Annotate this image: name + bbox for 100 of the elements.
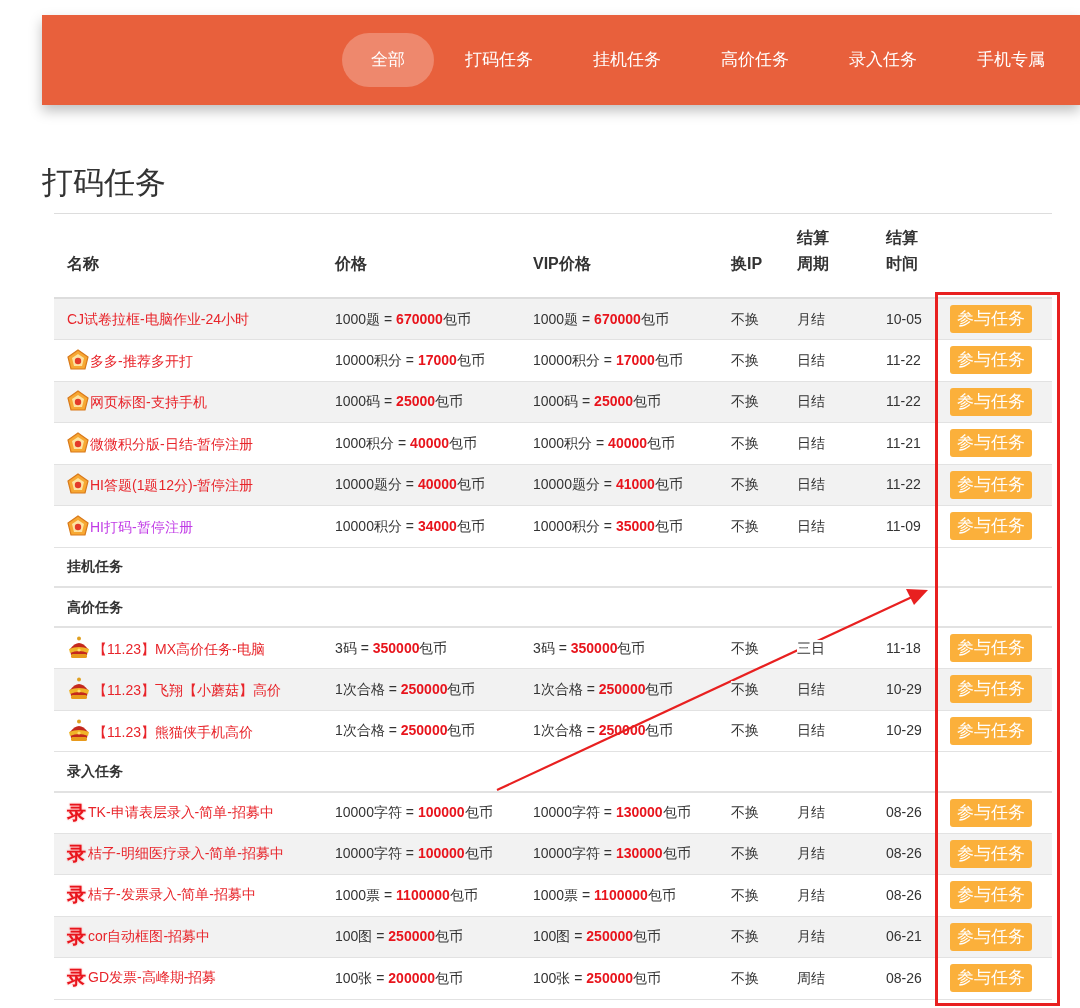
price-text: 10000积分 = 17000包币	[533, 351, 683, 368]
record-icon: 录	[67, 884, 86, 907]
nav-tab[interactable]: 高价任务	[692, 33, 818, 87]
task-link[interactable]: 【11.23】飞翔【小蘑菇】高价	[93, 682, 281, 699]
table-cell: 不换	[731, 310, 759, 327]
crown-icon	[67, 677, 91, 702]
table-cell: 不换	[731, 351, 759, 368]
table-cell: 日结	[797, 351, 825, 368]
task-link[interactable]: 【11.23】MX高价任务-电脑	[93, 641, 265, 657]
nav-tab[interactable]: 全部	[342, 33, 434, 87]
join-task-button[interactable]: 参与任务	[950, 387, 1032, 416]
price-text: 10000字符 = 130000包币	[533, 845, 691, 862]
group-heading: 录入任务	[67, 762, 123, 779]
join-task-button[interactable]: 参与任务	[950, 305, 1032, 333]
price-text: 1次合格 = 250000包币	[335, 722, 476, 739]
price-text: 1次合格 = 250000包币	[533, 680, 674, 697]
table-cell: 三日	[797, 639, 825, 656]
table-cell: 日结	[797, 680, 825, 697]
join-task-button[interactable]: 参与任务	[950, 634, 1032, 662]
price-text: 1000票 = 1100000包币	[533, 886, 676, 903]
join-task-button[interactable]: 参与任务	[950, 346, 1032, 375]
medal-icon	[67, 348, 89, 371]
task-link[interactable]: CJ试卷拉框-电脑作业-24小时	[67, 310, 249, 327]
join-task-button[interactable]: 参与任务	[950, 716, 1032, 745]
price-text: 1000题 = 670000包币	[533, 310, 669, 327]
join-task-button[interactable]: 参与任务	[950, 922, 1032, 951]
task-link[interactable]: TK-申请表层录入-简单-招募中	[88, 803, 274, 820]
group-heading: 高价任务	[67, 598, 123, 615]
table-cell: 月结	[797, 310, 825, 327]
price-text: 1000积分 = 40000包币	[335, 434, 478, 451]
table-cell: 不换	[731, 476, 759, 493]
table-cell: 月结	[797, 886, 825, 903]
column-header: 结算时间	[886, 228, 919, 274]
join-task-button[interactable]: 参与任务	[950, 798, 1032, 827]
task-link[interactable]: 【11.23】熊猫侠手机高价	[93, 723, 253, 740]
table-cell: 08-26	[886, 804, 922, 820]
price-text: 10000题分 = 41000包币	[533, 476, 683, 493]
table-cell: 日结	[797, 722, 825, 739]
join-task-button[interactable]: 参与任务	[950, 470, 1032, 499]
price-text: 100张 = 200000包币	[335, 969, 464, 986]
medal-icon	[67, 514, 89, 537]
price-text: 3码 = 350000包币	[533, 639, 646, 656]
medal-icon	[67, 390, 89, 413]
section-title: 打码任务	[42, 164, 166, 202]
price-text: 1000码 = 25000包币	[335, 393, 464, 410]
medal-icon	[67, 473, 89, 496]
task-link[interactable]: 桔子-发票录入-简单-招募中	[88, 886, 256, 903]
task-link[interactable]: 多多-推荐多开打	[90, 352, 193, 369]
price-text: 10000题分 = 40000包币	[335, 476, 485, 493]
table-cell: 日结	[797, 476, 825, 493]
price-text: 10000积分 = 17000包币	[335, 351, 485, 368]
table-cell: 日结	[797, 517, 825, 534]
price-text: 1000题 = 670000包币	[335, 310, 471, 327]
table-cell: 不换	[731, 393, 759, 410]
task-link[interactable]: HI打码-暂停注册	[90, 518, 193, 535]
medal-icon	[67, 431, 89, 454]
nav-tab[interactable]: 录入任务	[820, 33, 946, 87]
join-task-button[interactable]: 参与任务	[950, 512, 1032, 541]
price-text: 3码 = 350000包币	[335, 639, 448, 656]
column-header: 换IP	[731, 254, 763, 274]
table-cell: 日结	[797, 393, 825, 410]
price-text: 1000码 = 25000包币	[533, 393, 662, 410]
column-header: 价格	[335, 254, 367, 274]
nav-tab[interactable]: 手机专属	[948, 33, 1074, 87]
column-header: 结算周期	[797, 228, 830, 274]
join-task-button[interactable]: 参与任务	[950, 429, 1032, 458]
task-link[interactable]: 网页标图-支持手机	[90, 394, 207, 411]
join-task-button[interactable]: 参与任务	[950, 675, 1032, 704]
record-icon: 录	[67, 801, 86, 824]
price-text: 100图 = 250000包币	[335, 928, 464, 945]
table-cell: 周结	[797, 969, 825, 986]
task-link[interactable]: cor自动框图-招募中	[88, 927, 211, 944]
task-link[interactable]: 微微积分版-日结-暂停注册	[90, 435, 254, 452]
price-text: 1000积分 = 40000包币	[533, 434, 676, 451]
table-cell: 不换	[731, 680, 759, 697]
price-text: 100图 = 250000包币	[533, 928, 662, 945]
nav-tab[interactable]: 挂机任务	[564, 33, 690, 87]
group-heading: 挂机任务	[67, 558, 123, 575]
record-icon: 录	[67, 967, 86, 990]
price-text: 10000字符 = 100000包币	[335, 804, 493, 820]
crown-icon	[67, 636, 91, 660]
table-cell: 不换	[731, 928, 759, 945]
task-link[interactable]: 桔子-明细医疗录入-简单-招募中	[88, 844, 284, 861]
price-text: 10000字符 = 100000包币	[335, 845, 493, 862]
crown-icon	[67, 718, 91, 743]
task-link[interactable]: GD发票-高峰期-招募	[88, 969, 217, 986]
join-task-button[interactable]: 参与任务	[950, 964, 1032, 993]
nav-tab[interactable]: 打码任务	[436, 33, 562, 87]
column-header: VIP价格	[533, 254, 591, 274]
price-text: 10000字符 = 130000包币	[533, 804, 691, 820]
table-cell: 不换	[731, 434, 759, 451]
task-link[interactable]: HI答题(1题12分)-暂停注册	[90, 477, 254, 494]
price-text: 1000票 = 1100000包币	[335, 886, 478, 903]
table-cell: 不换	[731, 845, 759, 862]
table-cell: 不换	[731, 517, 759, 534]
join-task-button[interactable]: 参与任务	[950, 881, 1032, 910]
table-cell: 月结	[797, 845, 825, 862]
table-cell: 不换	[731, 639, 759, 656]
join-task-button[interactable]: 参与任务	[950, 839, 1032, 868]
column-header: 名称	[67, 254, 99, 274]
